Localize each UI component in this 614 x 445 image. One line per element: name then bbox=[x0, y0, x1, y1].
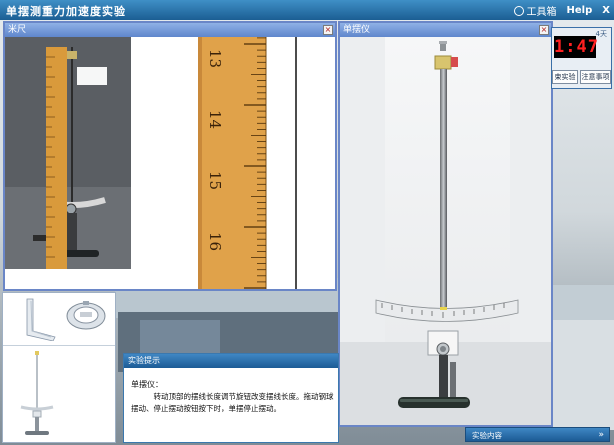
ruler-window[interactable]: 米尺 × 13 14 15 16 bbox=[3, 21, 337, 291]
lab-bench bbox=[553, 320, 614, 430]
pendulum-view bbox=[340, 37, 551, 425]
tools-icon bbox=[513, 6, 524, 16]
ruler-scale-label: 13 bbox=[206, 49, 224, 68]
experiment-content-bar[interactable]: 实验内容 » bbox=[465, 427, 610, 442]
timer-panel: 4天 1:47 束实验 注意事项 bbox=[551, 27, 612, 89]
stopwatch-thumb-icon[interactable] bbox=[65, 299, 107, 333]
apparatus-photo bbox=[5, 37, 131, 269]
lab-bench bbox=[553, 285, 614, 325]
ruler-zoom-view[interactable]: 13 14 15 16 bbox=[198, 37, 335, 289]
app-title: 单摆测重力加速度实验 bbox=[6, 5, 126, 18]
tools-label: 工具箱 bbox=[526, 7, 557, 18]
close-icon[interactable]: × bbox=[323, 25, 333, 35]
ruler-scale-label: 16 bbox=[206, 232, 224, 251]
close-app-button[interactable]: X bbox=[602, 5, 610, 16]
pendulum-thumb-icon[interactable] bbox=[17, 349, 57, 439]
pendulum-window-titlebar[interactable]: 单摆仪 × bbox=[340, 23, 551, 37]
tip-panel-title: 实验提示 bbox=[124, 354, 338, 368]
pendulum-window-title: 单摆仪 bbox=[343, 25, 371, 35]
help-button[interactable]: Help bbox=[567, 5, 593, 16]
toolbar: 工具箱 Help X bbox=[513, 3, 610, 18]
timer-display: 1:47 bbox=[554, 36, 599, 58]
ruler-scale-label: 15 bbox=[206, 171, 224, 190]
ruler-scale-label: 14 bbox=[206, 110, 224, 129]
tools-button[interactable]: 工具箱 bbox=[513, 3, 557, 18]
apparatus-photo-drawing bbox=[5, 37, 131, 269]
tip-heading: 单摆仪： bbox=[131, 380, 163, 389]
close-icon[interactable]: × bbox=[539, 25, 549, 35]
zoomed-ruler: 13 14 15 16 bbox=[198, 37, 335, 289]
content-bar-label: 实验内容 bbox=[472, 431, 502, 440]
experiment-tip-panel: 实验提示 单摆仪： 转动顶部的摆线长度调节旋钮改变摆线长度。拖动钢球 摆动、停止… bbox=[123, 353, 339, 443]
ruler-window-titlebar[interactable]: 米尺 × bbox=[5, 23, 335, 37]
tip-text-line-2: 摆动、停止摆动按钮按下时，单摆停止摆动。 bbox=[131, 404, 281, 413]
tip-text-line-1: 转动顶部的摆线长度调节旋钮改变摆线长度。拖动钢球 bbox=[153, 392, 334, 401]
pendulum-window[interactable]: 单摆仪 × bbox=[338, 21, 553, 427]
ruler-window-title: 米尺 bbox=[8, 25, 27, 35]
title-bar: 单摆测重力加速度实验 工具箱 Help X bbox=[0, 0, 614, 20]
expand-icon[interactable]: » bbox=[598, 428, 604, 443]
ruler-thumb-icon[interactable] bbox=[9, 297, 57, 342]
pendulum-apparatus bbox=[340, 37, 551, 425]
finish-experiment-button[interactable]: 束实验 bbox=[552, 70, 578, 84]
notes-button[interactable]: 注意事项 bbox=[580, 70, 611, 84]
thumb-divider bbox=[3, 345, 115, 346]
ruler-view: 13 14 15 16 bbox=[5, 37, 335, 289]
apparatus-thumbnails bbox=[2, 292, 116, 443]
